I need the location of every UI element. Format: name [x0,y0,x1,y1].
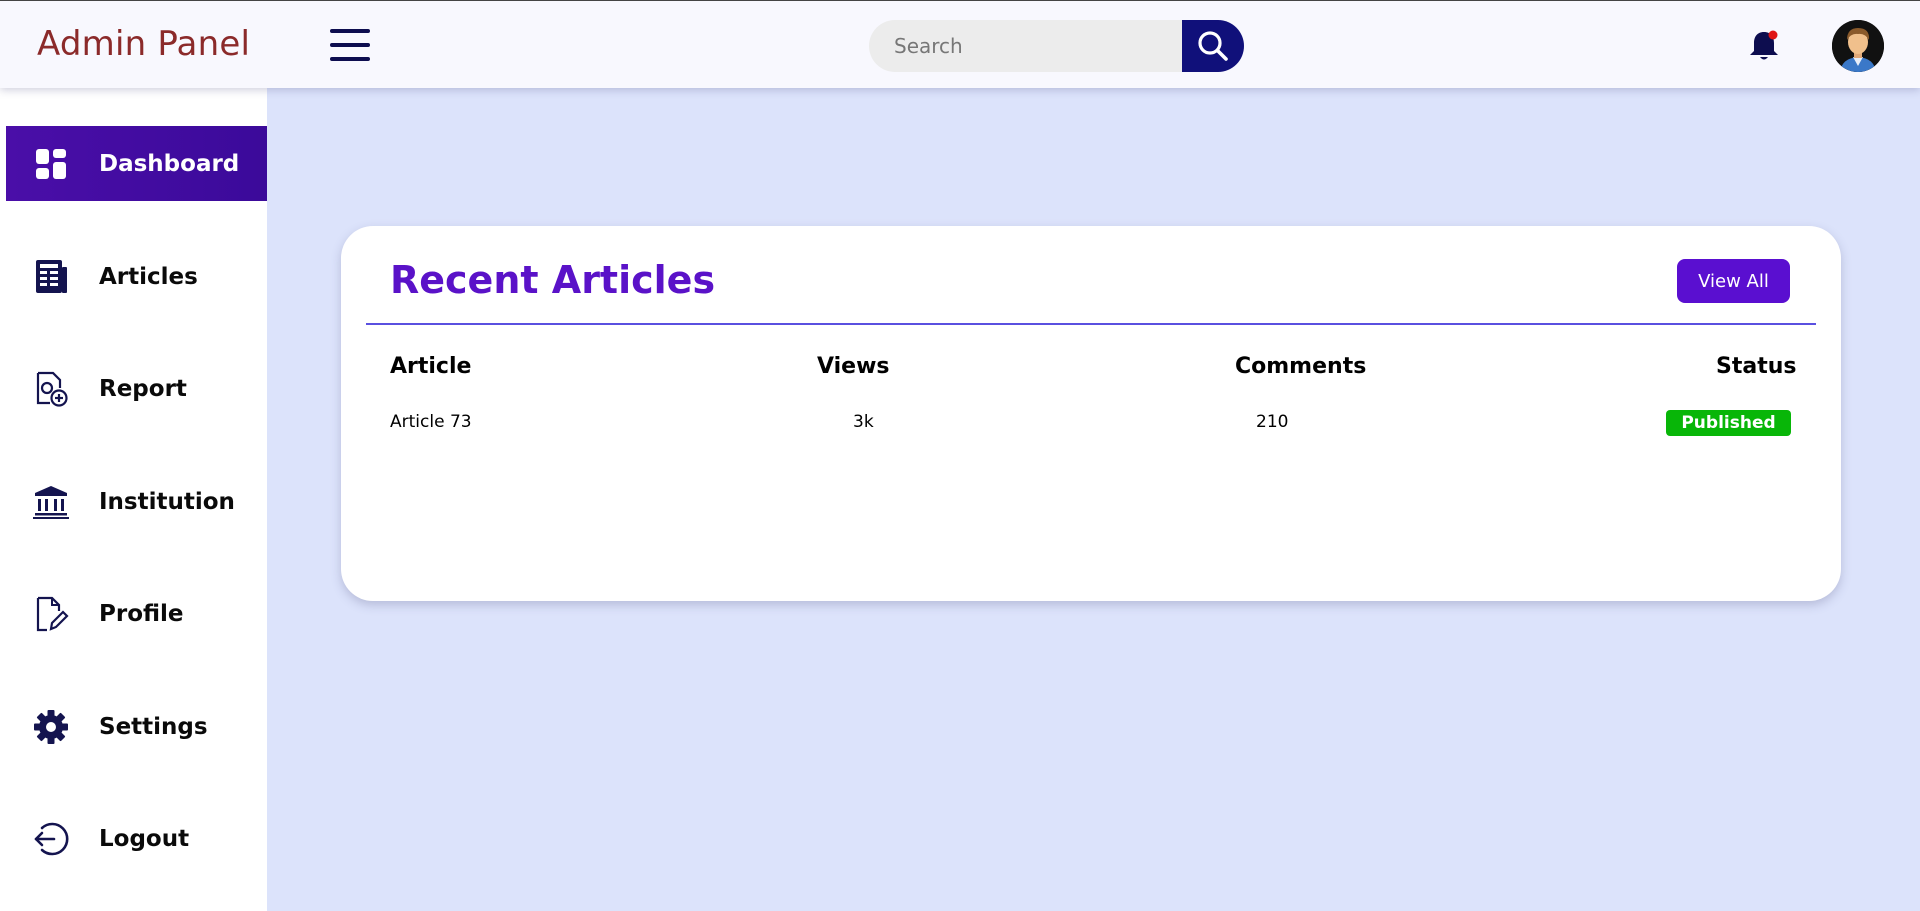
sidebar-item-label: Settings [99,713,208,740]
comments-cell: 210 [1256,412,1289,432]
articles-icon [31,257,71,297]
column-header-comments: Comments [1235,354,1367,379]
article-cell: Article 73 [390,412,472,432]
status-badge: Published [1666,410,1791,436]
logout-icon [31,819,71,859]
sidebar-item-logout[interactable]: Logout [6,801,267,876]
column-header-article: Article [390,354,472,379]
avatar[interactable] [1832,20,1884,72]
search-input[interactable] [869,20,1182,72]
search-bar [869,20,1244,72]
sidebar-item-settings[interactable]: Settings [6,689,267,764]
sidebar-item-profile[interactable]: Profile [6,576,267,651]
gear-icon [31,707,71,747]
search-button[interactable] [1182,20,1244,72]
sidebar-item-label: Profile [99,600,184,627]
sidebar-item-label: Logout [99,825,190,852]
sidebar: Dashboard Articles Report Institution Pr… [0,88,267,911]
notification-bell-icon[interactable] [1745,27,1783,65]
sidebar-item-label: Institution [99,488,235,515]
views-cell: 3k [853,412,874,432]
column-header-views: Views [817,354,890,379]
sidebar-item-label: Articles [99,263,198,290]
column-header-status: Status [1716,354,1797,379]
top-bar: Admin Panel [0,0,1920,88]
card-title: Recent Articles [390,258,716,302]
profile-icon [31,594,71,634]
brand-title: Admin Panel [37,24,251,64]
sidebar-item-articles[interactable]: Articles [6,239,267,314]
divider [366,323,1816,325]
sidebar-item-institution[interactable]: Institution [6,464,267,539]
sidebar-item-report[interactable]: Report [6,351,267,426]
sidebar-item-label: Report [99,375,187,402]
sidebar-item-dashboard[interactable]: Dashboard [6,126,267,201]
institution-icon [31,482,71,522]
view-all-button[interactable]: View All [1677,259,1790,303]
dashboard-icon [31,144,71,184]
search-icon [1198,31,1228,61]
menu-toggle-icon[interactable] [330,29,370,61]
report-icon [31,369,71,409]
recent-articles-card: Recent Articles View All Article Views C… [341,226,1841,601]
sidebar-item-label: Dashboard [99,150,240,177]
